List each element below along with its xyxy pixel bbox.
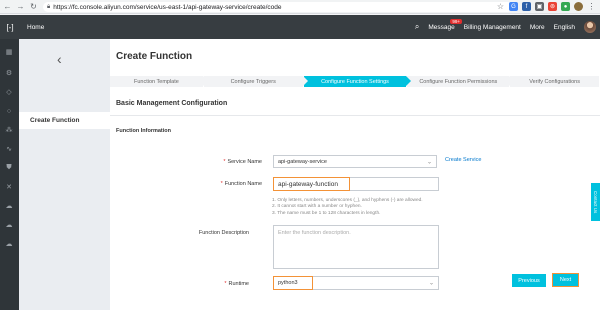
function-description-label: Function Description <box>198 230 249 236</box>
sidebar-item-create-function[interactable]: Create Function <box>19 112 110 129</box>
reload-icon[interactable]: ↻ <box>28 1 39 12</box>
wizard-steps: Function Template Configure Triggers Con… <box>110 76 600 87</box>
message-link[interactable]: Message 99+ <box>428 18 463 31</box>
service-name-label: * Service Name <box>223 159 262 165</box>
function-name-help: 1. Only letters, numbers, underscores (_… <box>272 198 423 216</box>
network-icon[interactable]: ⁂ <box>4 125 14 135</box>
section-title: Basic Management Configuration <box>116 100 228 107</box>
gear-icon[interactable]: ⚙ <box>4 68 14 78</box>
function-description-textarea[interactable]: Enter the function description. <box>273 225 439 269</box>
cloud-icon[interactable]: ☁ <box>4 201 14 211</box>
left-panel: ‹ Create Function <box>19 39 110 310</box>
chevron-down-icon: ⌄ <box>426 159 432 165</box>
aliyun-logo-icon[interactable]: [‑] <box>0 15 20 39</box>
step-configure-triggers[interactable]: Configure Triggers <box>203 76 308 87</box>
contact-us-tab[interactable]: Contact Us <box>591 183 600 221</box>
extension-icon[interactable]: ● <box>561 2 570 11</box>
message-badge: 99+ <box>450 18 463 24</box>
extension-icon[interactable]: ⊚ <box>548 2 557 11</box>
step-configure-function-permissions[interactable]: Configure Function Permissions <box>407 76 514 87</box>
chevron-down-icon: ⌄ <box>428 280 434 287</box>
runtime-label: * Runtime <box>224 281 249 287</box>
divider <box>110 115 600 116</box>
back-icon[interactable]: ← <box>2 1 13 12</box>
cloud-up-icon[interactable]: ☁ <box>4 220 14 230</box>
previous-button[interactable]: Previous <box>512 274 546 287</box>
main-content: Create Function Function Template Config… <box>110 39 600 310</box>
extension-icon[interactable]: ▣ <box>535 2 544 11</box>
cloud-down-icon[interactable]: ☁ <box>4 239 14 249</box>
function-name-label: * Function Name <box>220 181 262 187</box>
avatar[interactable] <box>584 21 596 33</box>
forward-icon[interactable]: → <box>15 1 26 12</box>
step-function-template[interactable]: Function Template <box>110 76 208 87</box>
function-name-input[interactable]: api-gateway-function <box>273 177 350 191</box>
profile-icon[interactable] <box>574 2 583 11</box>
more-link[interactable]: More <box>530 24 545 31</box>
language-link[interactable]: English <box>554 24 575 31</box>
service-name-select[interactable]: api-gateway-service ⌄ <box>273 155 437 168</box>
runtime-select-value[interactable]: python3 <box>273 276 313 290</box>
step-verify-configurations[interactable]: Verify Configurations <box>510 76 599 87</box>
url-text: https://fc.console.aliyun.com/service/us… <box>53 3 282 11</box>
console-topnav: [‑] Home ⌕ Message 99+ Billing Managemen… <box>0 15 600 39</box>
menu-kebab-icon[interactable]: ⋮ <box>587 2 596 11</box>
back-chevron-icon[interactable]: ‹ <box>57 51 62 67</box>
page-title: Create Function <box>116 51 193 62</box>
chart-icon[interactable]: ∿ <box>4 144 14 154</box>
home-link[interactable]: Home <box>27 24 44 31</box>
extension-icon[interactable]: f <box>522 2 531 11</box>
product-icon-rail: ▦ ⚙ ◇ ○ ⁂ ∿ ⛊ ✕ ☁ ☁ ☁ <box>0 39 19 310</box>
shield-icon[interactable]: ⛊ <box>4 163 14 173</box>
step-configure-function-settings[interactable]: Configure Function Settings <box>303 76 412 87</box>
runtime-select[interactable]: ⌄ <box>313 276 439 290</box>
address-bar[interactable]: 🔒︎ https://fc.console.aliyun.com/service… <box>43 2 513 12</box>
next-button[interactable]: Next <box>552 273 579 287</box>
create-service-link[interactable]: Create Service <box>445 157 481 163</box>
diamond-icon[interactable]: ◇ <box>4 87 14 97</box>
search-icon[interactable]: ⌕ <box>415 22 419 32</box>
lock-icon: 🔒︎ <box>47 3 51 10</box>
bookmark-star-icon[interactable]: ☆ <box>496 2 505 11</box>
cross-icon[interactable]: ✕ <box>4 182 14 192</box>
grid-icon[interactable]: ▦ <box>4 47 14 57</box>
subsection-title: Function Information <box>116 128 171 134</box>
extension-icon[interactable]: G <box>509 2 518 11</box>
browser-toolbar: ← → ↻ 🔒︎ https://fc.console.aliyun.com/s… <box>0 0 600 14</box>
circle-icon[interactable]: ○ <box>4 106 14 116</box>
billing-management-link[interactable]: Billing Management <box>464 24 521 31</box>
function-name-input-extent[interactable] <box>350 177 439 191</box>
